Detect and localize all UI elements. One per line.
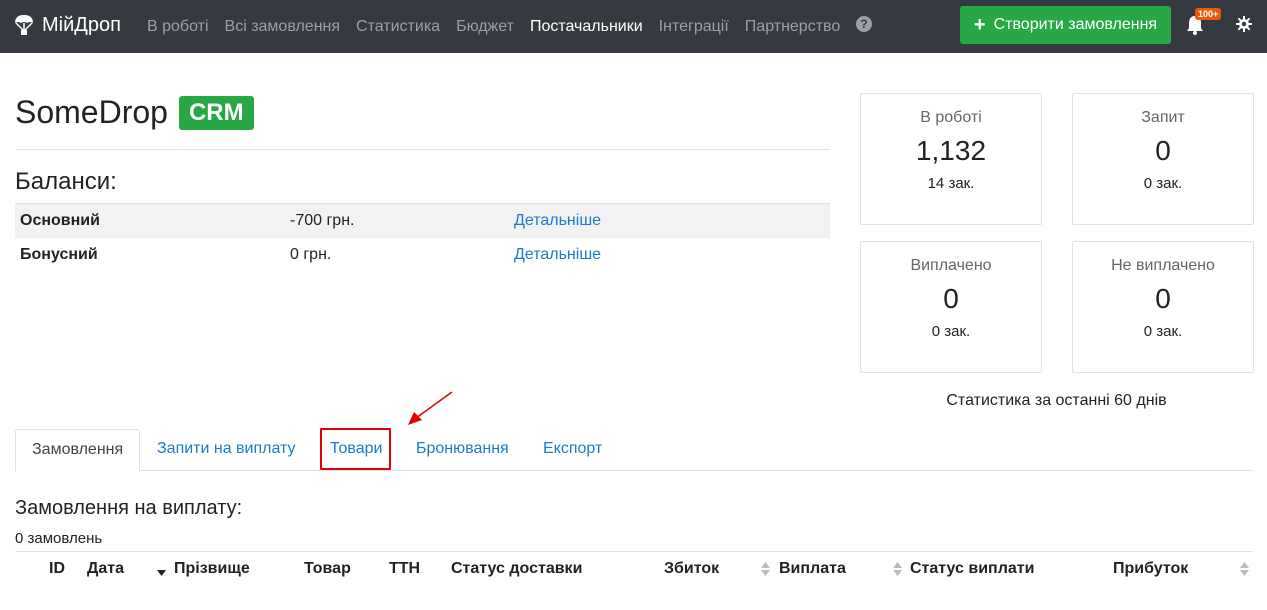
products-tab-highlight bbox=[320, 428, 391, 470]
help-icon[interactable]: ? bbox=[856, 16, 872, 32]
stat-value: 0 bbox=[1155, 135, 1171, 166]
balance-name: Основний bbox=[15, 203, 285, 238]
store-name: SomeDrop bbox=[15, 94, 168, 130]
table-row: Бонусний 0 грн. Детальніше bbox=[15, 238, 830, 272]
nav-link-in-work[interactable]: В роботі bbox=[147, 18, 209, 36]
gear-icon[interactable] bbox=[1236, 16, 1252, 32]
nav-link-all-orders[interactable]: Всі замовлення bbox=[225, 18, 341, 36]
balance-details-link[interactable]: Детальніше bbox=[514, 246, 601, 263]
page-title: SomeDrop CRM bbox=[15, 94, 254, 131]
create-order-label: Створити замовлення bbox=[993, 16, 1158, 33]
top-navbar: МійДроп В роботі Всі замовлення Статисти… bbox=[0, 0, 1267, 53]
orders-divider bbox=[15, 551, 1253, 552]
stat-count: 14 зак. bbox=[927, 175, 975, 192]
column-header-payout[interactable]: Виплата bbox=[779, 560, 846, 578]
tab-export[interactable]: Експорт bbox=[527, 429, 618, 471]
crm-badge: CRM bbox=[178, 95, 254, 130]
stat-card-request: Запит 0 0 зак. bbox=[1072, 93, 1254, 225]
balances-title: Баланси: bbox=[15, 168, 117, 195]
nav-links: В роботі Всі замовлення Статистика Бюдже… bbox=[147, 0, 856, 53]
nav-link-statistics[interactable]: Статистика bbox=[356, 18, 440, 36]
stat-count: 0 зак. bbox=[1143, 175, 1183, 192]
column-header-payout-status[interactable]: Статус виплати bbox=[910, 560, 1034, 578]
nav-link-suppliers[interactable]: Постачальники bbox=[530, 18, 643, 36]
stat-label: В роботі bbox=[920, 109, 982, 126]
column-header-loss[interactable]: Збиток bbox=[664, 560, 719, 578]
brand-name[interactable]: МійДроп bbox=[42, 14, 121, 37]
stat-card-paid: Виплачено 0 0 зак. bbox=[860, 241, 1042, 373]
brand-logo[interactable]: МійДроп bbox=[14, 13, 121, 37]
stat-value: 1,132 bbox=[915, 135, 987, 166]
column-header-product[interactable]: Товар bbox=[304, 560, 351, 578]
tab-booking[interactable]: Бронювання bbox=[400, 429, 525, 471]
nav-link-partnership[interactable]: Партнерство bbox=[745, 18, 840, 36]
stat-label: Не виплачено bbox=[1111, 257, 1215, 274]
column-header-ttn[interactable]: ТТН bbox=[389, 560, 420, 578]
annotation-arrow-icon bbox=[408, 391, 453, 425]
column-header-profit[interactable]: Прибуток bbox=[1113, 560, 1188, 578]
stat-card-unpaid: Не виплачено 0 0 зак. bbox=[1072, 241, 1254, 373]
stat-value: 0 bbox=[943, 283, 959, 314]
orders-count: 0 замовлень bbox=[15, 530, 103, 547]
parachute-icon bbox=[15, 15, 33, 35]
create-order-button[interactable]: + Створити замовлення bbox=[960, 6, 1171, 44]
stats-period-note: Статистика за останні 60 днів bbox=[946, 392, 1167, 409]
sort-icon[interactable] bbox=[893, 561, 902, 577]
tab-payout-requests[interactable]: Запити на виплату bbox=[141, 429, 312, 471]
balances-table: Основний -700 грн. Детальніше Бонусний 0… bbox=[15, 203, 830, 272]
nav-link-budget[interactable]: Бюджет bbox=[456, 18, 514, 36]
sort-desc-icon[interactable] bbox=[157, 561, 166, 577]
header-divider bbox=[15, 149, 830, 150]
stat-label: Запит bbox=[1141, 109, 1185, 126]
stat-count: 0 зак. bbox=[1143, 323, 1183, 340]
sort-icon[interactable] bbox=[761, 561, 770, 577]
sort-icon[interactable] bbox=[1240, 561, 1249, 577]
column-header-id[interactable]: ID bbox=[49, 560, 65, 578]
balance-value: 0 грн. bbox=[290, 245, 332, 263]
balance-value: -700 грн. bbox=[285, 203, 509, 238]
balance-name: Бонусний bbox=[20, 245, 98, 263]
stat-value: 0 bbox=[1155, 283, 1171, 314]
stat-card-in-work: В роботі 1,132 14 зак. bbox=[860, 93, 1042, 225]
tabs-bar: Замовлення Запити на виплату Товари Брон… bbox=[15, 429, 1253, 472]
column-header-delivery-status[interactable]: Статус доставки bbox=[451, 560, 582, 578]
balance-details-link[interactable]: Детальніше bbox=[514, 212, 601, 229]
stat-count: 0 зак. bbox=[931, 323, 971, 340]
stat-label: Виплачено bbox=[910, 257, 992, 274]
column-header-surname[interactable]: Прізвище bbox=[174, 560, 250, 578]
plus-icon: + bbox=[973, 14, 986, 36]
nav-link-integrations[interactable]: Інтеграції bbox=[659, 18, 729, 36]
notifications-badge: 100+ bbox=[1195, 8, 1222, 20]
table-row: Основний -700 грн. Детальніше bbox=[15, 203, 830, 238]
tab-orders[interactable]: Замовлення bbox=[15, 429, 141, 472]
orders-section-title: Замовлення на виплату: bbox=[15, 497, 243, 519]
column-header-date[interactable]: Дата bbox=[87, 560, 124, 578]
